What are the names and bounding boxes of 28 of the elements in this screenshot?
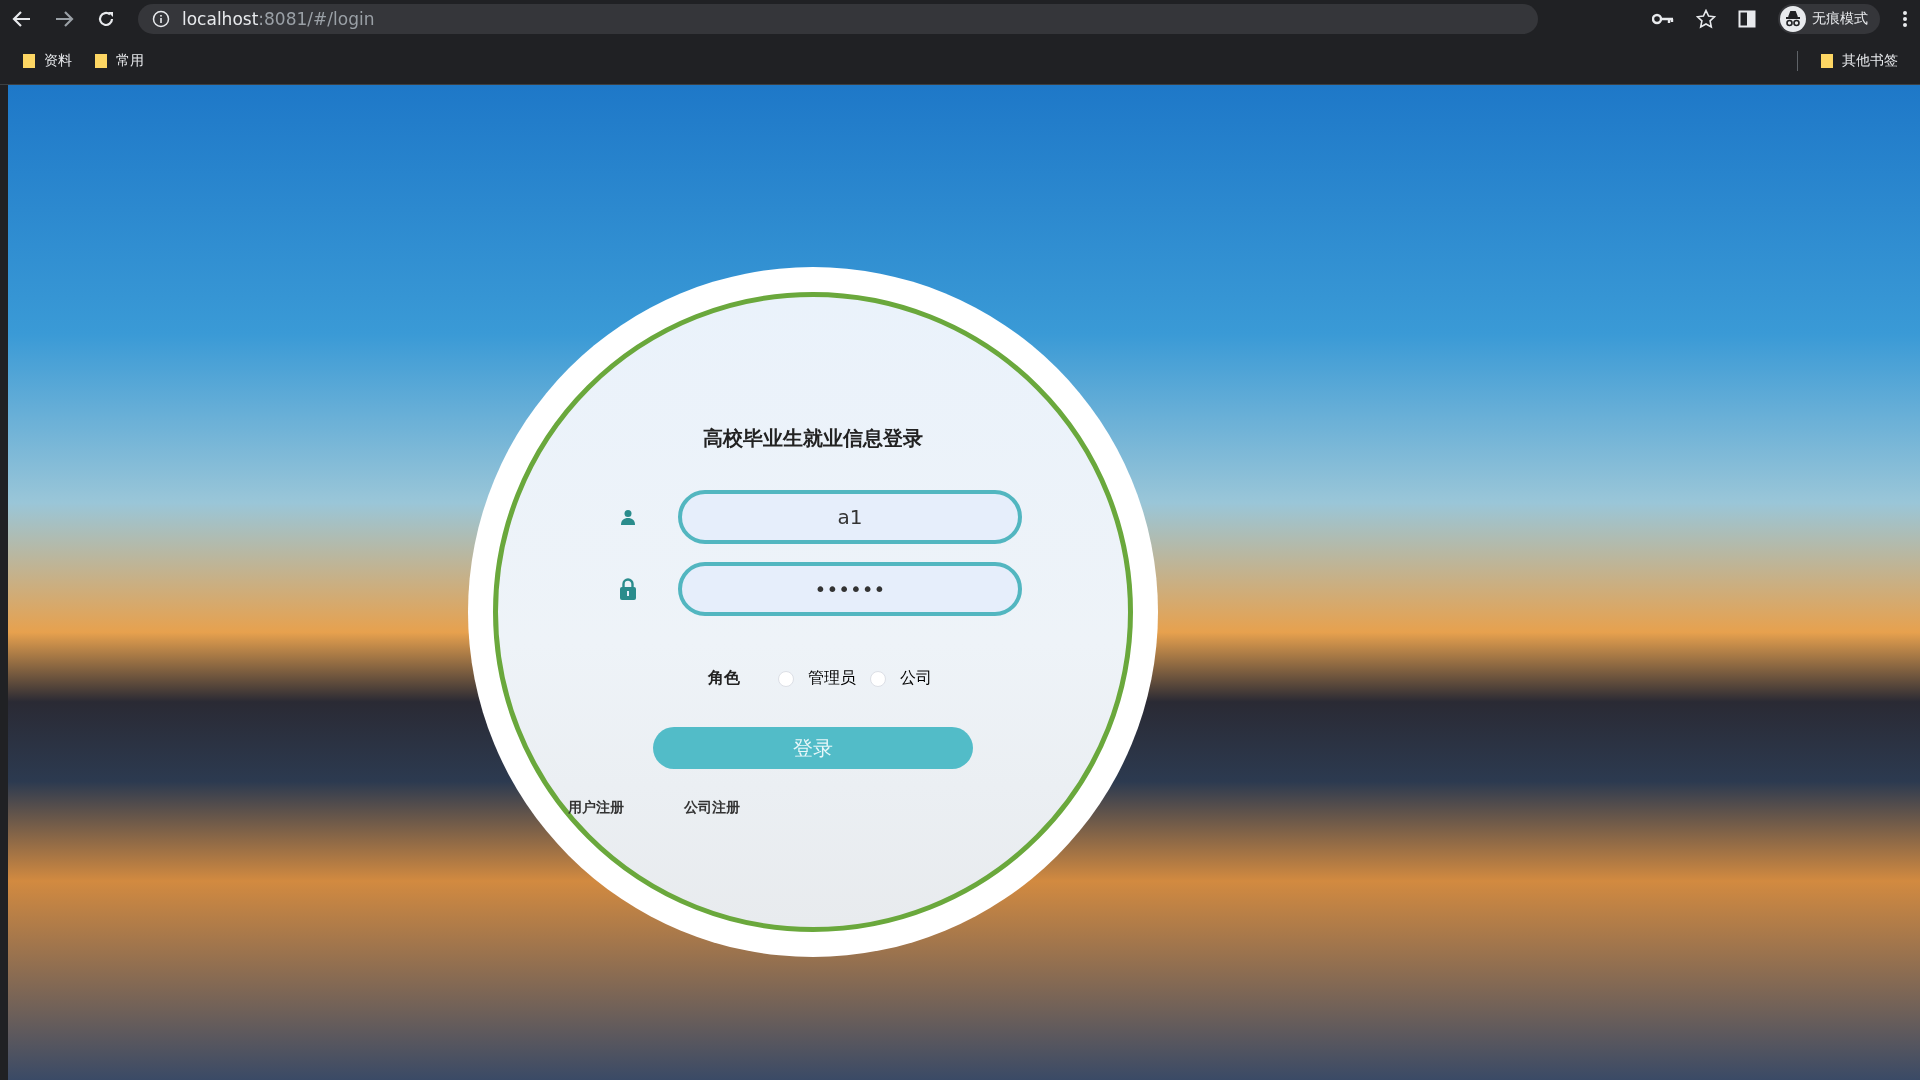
login-title: 高校毕业生就业信息登录 <box>703 425 923 452</box>
info-icon[interactable] <box>152 9 170 28</box>
bookmark-item[interactable]: 其他书签 <box>1820 51 1898 70</box>
star-icon[interactable] <box>1696 8 1716 29</box>
folder-icon <box>22 52 36 69</box>
radio-button[interactable] <box>778 670 794 687</box>
role-label: 角色 <box>708 668 740 689</box>
bookmark-item[interactable]: 资料 <box>22 51 72 70</box>
radio-label[interactable]: 管理员 <box>808 668 856 689</box>
radio-button[interactable] <box>870 670 886 687</box>
register-link[interactable]: 公司注册 <box>684 799 740 817</box>
register-link[interactable]: 用户注册 <box>568 799 624 817</box>
incognito-icon <box>1780 5 1806 32</box>
profile-button[interactable]: 无痕模式 <box>1778 3 1880 34</box>
back-icon[interactable] <box>12 9 32 28</box>
side-panel-icon[interactable] <box>1738 9 1756 28</box>
address-bar[interactable]: localhost:8081/#/login <box>138 3 1538 34</box>
password-field[interactable]: •••••• <box>678 562 1022 616</box>
lock-icon <box>620 578 636 600</box>
folder-icon <box>1820 52 1834 69</box>
radio-label[interactable]: 公司 <box>900 668 932 689</box>
key-icon[interactable] <box>1652 11 1674 26</box>
user-icon <box>621 509 635 525</box>
bookmark-item[interactable]: 常用 <box>94 51 144 70</box>
forward-icon[interactable] <box>54 9 74 28</box>
menu-icon[interactable] <box>1902 9 1908 28</box>
folder-icon <box>94 52 108 69</box>
username-field[interactable]: a1 <box>678 490 1022 544</box>
